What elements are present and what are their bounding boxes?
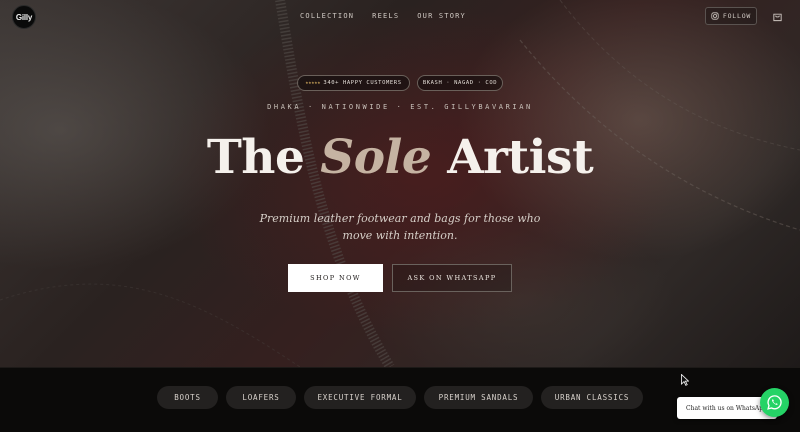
- cart-button[interactable]: [768, 8, 786, 24]
- customers-badge-label: 340+ HAPPY CUSTOMERS: [323, 80, 402, 86]
- shop-now-button[interactable]: SHOP NOW: [288, 264, 383, 292]
- ask-whatsapp-button[interactable]: ASK ON WHATSAPP: [392, 264, 512, 292]
- nav-our-story[interactable]: OUR STORY: [417, 12, 466, 20]
- follow-label: FOLLOW: [722, 12, 752, 20]
- category-urban-classics[interactable]: URBAN CLASSICS: [541, 386, 643, 409]
- hero-title-part1: The: [206, 130, 305, 185]
- category-executive-formal[interactable]: EXECUTIVE FORMAL: [304, 386, 416, 409]
- instagram-icon: [711, 12, 719, 20]
- shopping-bag-icon: [772, 13, 782, 21]
- hero-title-part2: Artist: [447, 130, 594, 185]
- mouse-cursor-icon: [681, 374, 689, 386]
- follow-button[interactable]: FOLLOW: [705, 7, 757, 25]
- category-premium-sandals[interactable]: PREMIUM SANDALS: [424, 386, 533, 409]
- category-boots[interactable]: BOOTS: [157, 386, 218, 409]
- category-loafers[interactable]: LOAFERS: [226, 386, 296, 409]
- nav-collection[interactable]: COLLECTION: [300, 12, 354, 20]
- brand-logo[interactable]: Gilly: [12, 5, 36, 29]
- hero-tagline: DHAKA · NATIONWIDE · EST. GILLYBAVARIAN: [267, 103, 533, 111]
- hero-section: Gilly COLLECTION REELS OUR STORY FOLLOW …: [0, 0, 800, 367]
- hero-title: The Sole Artist: [0, 128, 800, 188]
- nav-reels[interactable]: REELS: [372, 12, 399, 20]
- payment-methods-badge: BKASH · NAGAD · COD: [417, 75, 503, 91]
- rating-stars-icon: ★★★★★: [305, 80, 321, 86]
- hero-title-accent: Sole: [320, 130, 432, 185]
- whatsapp-icon: [767, 395, 782, 410]
- payment-methods-label: BKASH · NAGAD · COD: [422, 80, 498, 86]
- hero-subtitle: Premium leather footwear and bags for th…: [259, 212, 541, 242]
- customers-badge: ★★★★★ 340+ HAPPY CUSTOMERS: [297, 75, 410, 91]
- whatsapp-fab-button[interactable]: [760, 388, 789, 417]
- main-nav: COLLECTION REELS OUR STORY: [300, 12, 466, 20]
